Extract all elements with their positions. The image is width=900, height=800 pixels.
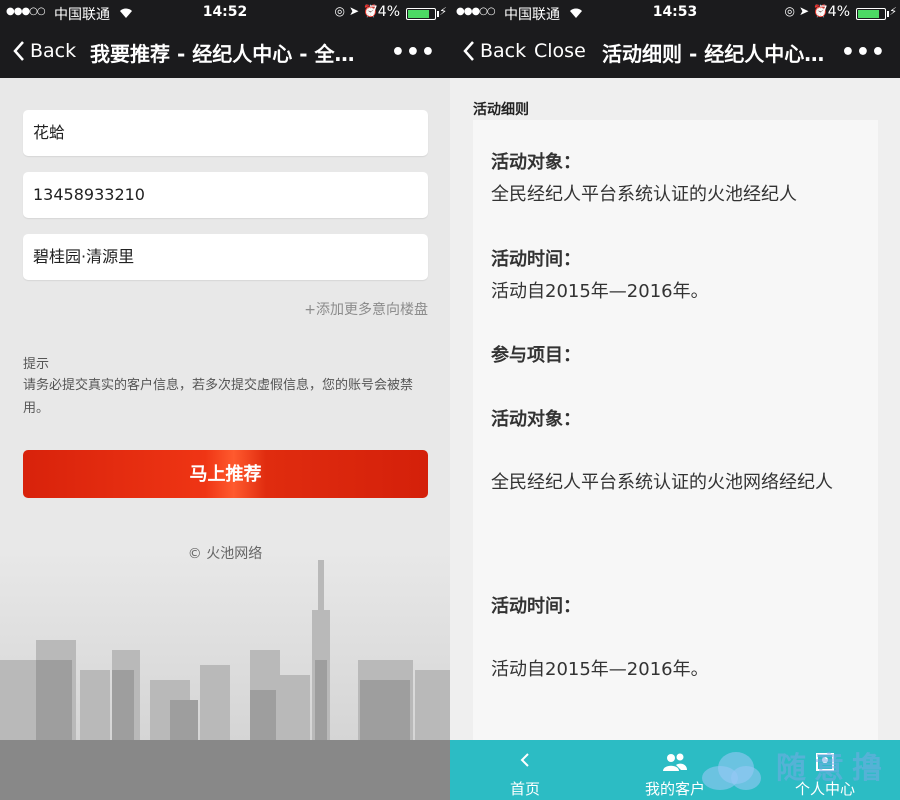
rule-text: 全民经纪人平台系统认证的火池经纪人	[491, 184, 797, 205]
section-title: 活动细则	[473, 102, 529, 118]
back-chevron-icon[interactable]	[462, 40, 476, 62]
status-bar: ●●●○○ 中国联通 14:53 ◎➤⏰ 74% ⚡	[450, 0, 900, 26]
battery-icon	[406, 8, 436, 20]
nav-bar: Back 我要推荐 - 经纪人中心 - 全… •••	[0, 26, 450, 78]
customer-name-field[interactable]: 花蛤	[23, 110, 428, 156]
property-field[interactable]: 碧桂园·清源里	[23, 234, 428, 280]
tip-text: 请务必提交真实的客户信息，若多次提交虚假信息，您的账号会被禁用。	[23, 378, 414, 416]
rule-heading: 活动对象：	[491, 409, 581, 430]
rule-text: 全民经纪人平台系统认证的火池网络经纪人	[491, 472, 833, 493]
add-property-link[interactable]: +添加更多意向楼盘	[304, 299, 428, 319]
nav-bar: Back Close 活动细则 - 经纪人中心… •••	[450, 26, 900, 78]
tab-label: 首页	[509, 780, 540, 798]
tip-title: 提示	[23, 357, 50, 372]
rule-heading: 活动对象：	[491, 152, 581, 173]
back-button[interactable]: Back	[30, 40, 76, 62]
rule-text: 活动自2015年—2016年。	[491, 659, 709, 680]
battery-fill	[408, 10, 429, 18]
watermark: 随意撸	[776, 751, 890, 786]
status-bar: ●●●○○ 中国联通 14:52 ◎➤⏰ 74% ⚡	[0, 0, 450, 26]
city-skyline-image	[0, 550, 450, 800]
submit-recommend-button[interactable]: 马上推荐	[23, 450, 428, 498]
recommend-screen: ●●●○○ 中国联通 14:52 ◎➤⏰ 74% ⚡ Back 我要推荐 - 经…	[0, 0, 450, 800]
rule-heading: 活动时间：	[491, 596, 581, 617]
more-button[interactable]: •••	[391, 40, 436, 65]
more-button[interactable]: •••	[841, 40, 886, 65]
tab-home[interactable]: 首页	[450, 740, 600, 800]
charging-icon: ⚡	[439, 5, 447, 18]
rule-heading: 活动时间：	[491, 249, 581, 270]
battery-fill	[858, 10, 879, 18]
charging-icon: ⚡	[889, 5, 897, 18]
rule-text: 活动自2015年—2016年。	[491, 281, 709, 302]
battery-icon	[856, 8, 886, 20]
chevron-left-icon	[520, 753, 529, 767]
users-icon	[663, 753, 687, 771]
close-button[interactable]: Close	[534, 40, 586, 62]
customer-phone-field[interactable]: 13458933210	[23, 172, 428, 218]
back-button[interactable]: Back	[480, 40, 526, 62]
watermark-cloud-icon	[702, 752, 761, 790]
rule-heading: 参与项目：	[491, 345, 581, 366]
battery-percent: 74%	[818, 4, 850, 20]
back-chevron-icon[interactable]	[12, 40, 26, 62]
page-title: 活动细则 - 经纪人中心…	[602, 42, 825, 66]
page-title: 我要推荐 - 经纪人中心 - 全…	[90, 42, 355, 66]
battery-percent: 74%	[368, 4, 400, 20]
copyright: © 火池网络	[187, 546, 263, 562]
